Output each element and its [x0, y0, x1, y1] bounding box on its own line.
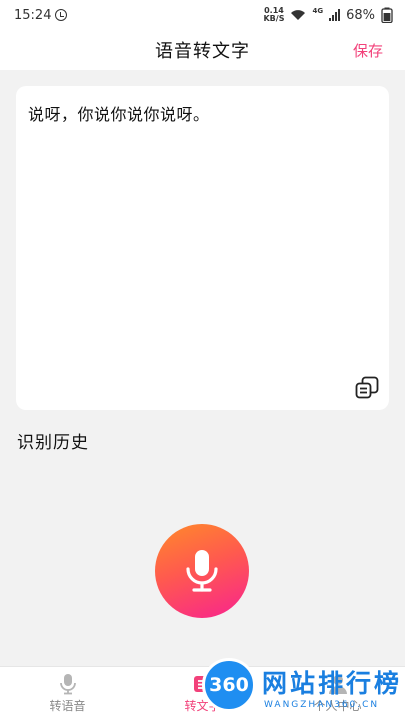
tab-to-speech[interactable]: 转语音 — [0, 667, 135, 720]
signal-icon — [329, 9, 341, 21]
tab-to-text[interactable]: 转文字 — [135, 667, 270, 720]
user-icon — [328, 675, 347, 694]
header: 语音转文字 保存 — [0, 30, 405, 70]
copy-icon[interactable] — [355, 376, 379, 400]
page-title: 语音转文字 — [155, 41, 250, 62]
bottom-tab-bar: 转语音 转文字 个人中心 — [0, 666, 405, 720]
status-right: 0.14 KB/S 4G 68% — [263, 7, 393, 23]
wifi-icon — [291, 10, 306, 20]
record-button[interactable] — [155, 524, 249, 618]
battery-level: 68% — [346, 7, 375, 23]
status-left: 15:24 — [14, 7, 68, 23]
tab-profile-label: 个人中心 — [313, 699, 362, 713]
recognized-text[interactable]: 说呀，你说你说你说呀。 — [28, 101, 377, 125]
battery-icon — [381, 7, 393, 23]
tab-profile[interactable]: 个人中心 — [270, 667, 405, 720]
net-speed: 0.14 KB/S — [263, 7, 284, 23]
recognized-text-card[interactable]: 说呀，你说你说你说呀。 — [16, 86, 389, 410]
microphone-icon — [59, 674, 76, 695]
recognition-history-label[interactable]: 识别历史 — [17, 428, 89, 453]
tab-to-speech-label: 转语音 — [49, 699, 86, 713]
save-button[interactable]: 保存 — [353, 40, 383, 61]
status-bar: 15:24 0.14 KB/S 4G 68% — [0, 0, 405, 30]
text-doc-icon — [193, 676, 212, 692]
alarm-icon — [55, 9, 68, 21]
net-speed-unit: KB/S — [263, 14, 285, 23]
microphone-icon — [186, 550, 218, 592]
network-type: 4G — [312, 7, 324, 15]
tab-to-text-label: 转文字 — [184, 699, 221, 713]
status-time: 15:24 — [14, 7, 52, 23]
